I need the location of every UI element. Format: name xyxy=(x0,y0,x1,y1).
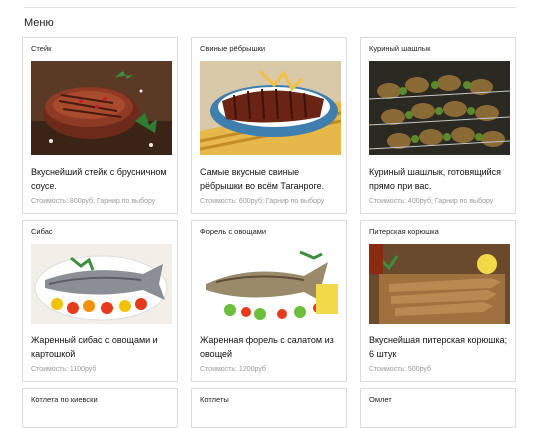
menu-card-skewers[interactable]: Куриный шашлык Куриный шашлык, готовящий… xyxy=(360,37,516,214)
menu-card-kiev-cutlet[interactable]: Котлета по киевски xyxy=(22,388,178,428)
card-title: Питерская корюшка xyxy=(369,227,439,236)
card-title: Котлета по киевски xyxy=(31,395,98,404)
card-description: Вкуснейший стейк с брусничном соусе. xyxy=(31,167,167,191)
menu-card-omelet[interactable]: Омлет xyxy=(360,388,516,428)
card-price: Стоимость: 800руб; Гарнир по выбору xyxy=(31,198,156,205)
menu-card-seabass[interactable]: Сибас Жаренный сибас с овощами и картошк… xyxy=(22,220,178,382)
card-price: Стоимость: 600руб; Гарнир по выбору xyxy=(200,198,325,205)
card-description: Самые вкусные свиные рёбрышки во всём Та… xyxy=(200,167,325,191)
card-description: Жаренный сибас с овощами и картошкой xyxy=(31,335,158,359)
skewers-photo xyxy=(369,61,510,155)
card-title: Сибас xyxy=(31,227,53,236)
card-title: Стейк xyxy=(31,44,52,53)
smelt-photo xyxy=(369,244,510,324)
card-title: Куриный шашлык xyxy=(369,44,431,53)
menu-card-steak[interactable]: Стейк Вкуснейший стейк с брусничном соус… xyxy=(22,37,178,214)
menu-card-trout[interactable]: Форель с овощами Жаренная форель с салат… xyxy=(191,220,347,382)
seabass-photo xyxy=(31,244,172,324)
menu-card-cutlets[interactable]: Котлеты xyxy=(191,388,347,428)
menu-card-smelt[interactable]: Питерская корюшка Вкуснейшая питерская к… xyxy=(360,220,516,382)
card-description: Куриный шашлык, готовящийся прямо при ва… xyxy=(369,167,502,191)
card-price: Стоимость: 1200руб xyxy=(200,366,266,373)
page-title: Меню xyxy=(24,17,54,29)
trout-photo xyxy=(200,244,341,324)
card-title: Свиные рёбрышки xyxy=(200,44,266,53)
card-description: Жаренная форель с салатом из овощей xyxy=(200,335,334,359)
steak-photo xyxy=(31,61,172,155)
card-price: Стоимость: 500руб xyxy=(369,366,432,373)
card-description: Вкуснейшая питерская корюшка; 6 штук xyxy=(369,335,508,359)
card-title: Котлеты xyxy=(200,395,229,404)
menu-card-ribs[interactable]: Свиные рёбрышки Самые вкусные свиные рёб… xyxy=(191,37,347,214)
ribs-photo xyxy=(200,61,341,155)
card-title: Омлет xyxy=(369,395,392,404)
card-price: Стоимость: 1100руб xyxy=(31,366,97,373)
top-divider xyxy=(24,7,516,8)
card-price: Стоимость: 400руб; Гарнир по выбору xyxy=(369,198,494,205)
card-title: Форель с овощами xyxy=(200,227,267,236)
